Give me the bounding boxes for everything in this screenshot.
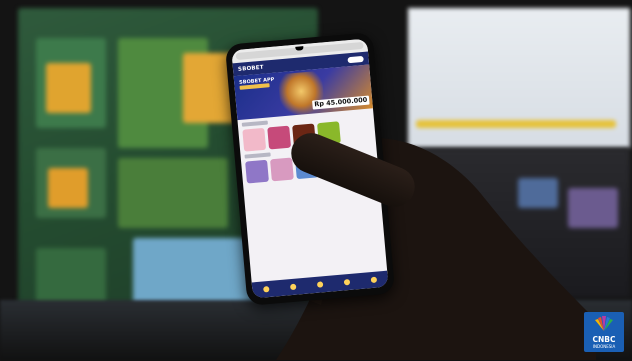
nav-icon <box>343 278 351 286</box>
banner-figure <box>277 70 326 117</box>
nav-icon <box>262 286 270 293</box>
nav-icon <box>316 281 324 288</box>
logo-text: CNBC <box>592 335 616 344</box>
nav-icon <box>289 283 297 291</box>
game-thumbnail <box>242 127 267 152</box>
login-button <box>347 55 364 63</box>
game-thumbnail <box>245 159 269 184</box>
monitor-panel <box>48 168 88 208</box>
monitor-panel <box>118 158 228 228</box>
game-thumbnail <box>267 125 292 150</box>
site-brand: SBOBET <box>237 64 264 73</box>
site-bottom-nav <box>251 270 389 299</box>
photo-scene: SBOBET SBOBET APP Rp 45.000.000 CNBC IND… <box>0 0 632 361</box>
peacock-icon <box>595 316 613 331</box>
logo-subtext: INDONESIA <box>592 344 616 349</box>
cnbc-logo: CNBC INDONESIA <box>584 312 624 352</box>
nav-icon <box>370 276 378 284</box>
monitor-panel <box>46 63 91 113</box>
section-title-bar <box>244 152 271 159</box>
game-thumbnail <box>270 157 294 182</box>
section-title-bar <box>241 120 268 127</box>
